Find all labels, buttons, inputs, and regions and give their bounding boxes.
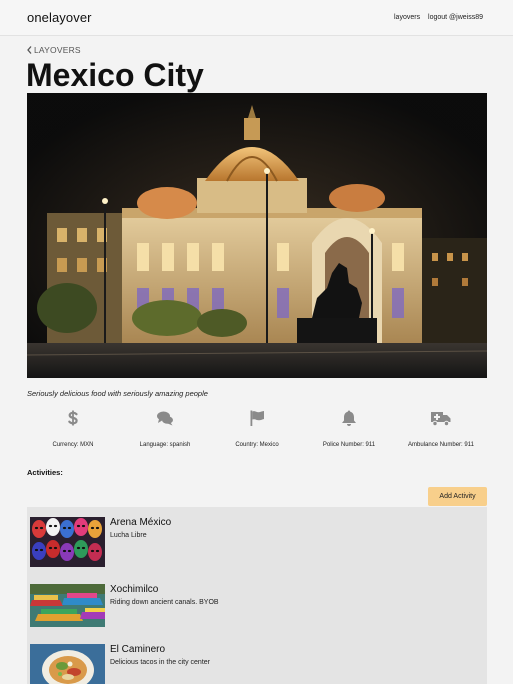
activity-name[interactable]: Arena México bbox=[110, 517, 171, 528]
fact-police: Police Number: 911 bbox=[303, 406, 395, 454]
nav-link-logout[interactable]: logout @jweiss89 bbox=[428, 14, 483, 21]
activity-name[interactable]: El Caminero bbox=[110, 644, 165, 655]
dollar-icon bbox=[68, 410, 78, 426]
back-link[interactable]: LAYOVERS bbox=[27, 45, 81, 55]
fact-label: Police Number: 911 bbox=[322, 442, 376, 448]
add-activity-button[interactable]: Add Activity bbox=[428, 487, 487, 506]
activity-description: Riding down ancient canals. BYOB bbox=[110, 599, 219, 606]
chevron-left-icon bbox=[27, 46, 32, 54]
city-hero-image bbox=[27, 93, 487, 378]
fact-language: Language: spanish bbox=[119, 406, 211, 454]
nav-link-layovers[interactable]: layovers bbox=[394, 14, 420, 21]
fact-label: Language: spanish bbox=[139, 442, 191, 448]
city-facts: Currency: MXN Language: spanish Country:… bbox=[27, 406, 487, 454]
city-tagline: Seriously delicious food with seriously … bbox=[27, 389, 208, 398]
fact-label: Ambulance Number: 911 bbox=[408, 442, 474, 448]
activities-heading: Activities: bbox=[27, 468, 63, 477]
activity-description: Lucha Libre bbox=[110, 532, 147, 539]
activity-name[interactable]: Xochimilco bbox=[110, 584, 158, 595]
fact-ambulance: Ambulance Number: 911 bbox=[395, 406, 487, 454]
fact-label: Currency: MXN bbox=[52, 442, 94, 448]
activity-description: Delicious tacos in the city center bbox=[110, 659, 210, 666]
fact-country: Country: Mexico bbox=[211, 406, 303, 454]
page-title: Mexico City bbox=[26, 57, 204, 93]
activity-item[interactable]: Arena México Lucha Libre bbox=[27, 507, 487, 567]
back-link-label: LAYOVERS bbox=[34, 45, 81, 55]
activity-thumbnail[interactable] bbox=[30, 517, 105, 567]
top-navbar: onelayover layovers logout @jweiss89 bbox=[0, 0, 513, 36]
brand-logo[interactable]: onelayover bbox=[27, 10, 92, 25]
fact-label: Country: Mexico bbox=[235, 442, 279, 448]
activities-list: Arena México Lucha Libre Xochimilco Ridi… bbox=[27, 507, 487, 684]
fact-currency: Currency: MXN bbox=[27, 406, 119, 454]
activity-thumbnail[interactable] bbox=[30, 644, 105, 684]
activity-item[interactable]: El Caminero Delicious tacos in the city … bbox=[27, 634, 487, 684]
nav-links: layovers logout @jweiss89 bbox=[388, 14, 483, 21]
chat-bubbles-icon bbox=[157, 411, 173, 426]
bell-icon bbox=[342, 410, 356, 426]
activity-thumbnail[interactable] bbox=[30, 584, 105, 634]
activity-item[interactable]: Xochimilco Riding down ancient canals. B… bbox=[27, 574, 487, 634]
ambulance-icon bbox=[431, 412, 451, 427]
flag-icon bbox=[250, 410, 264, 426]
